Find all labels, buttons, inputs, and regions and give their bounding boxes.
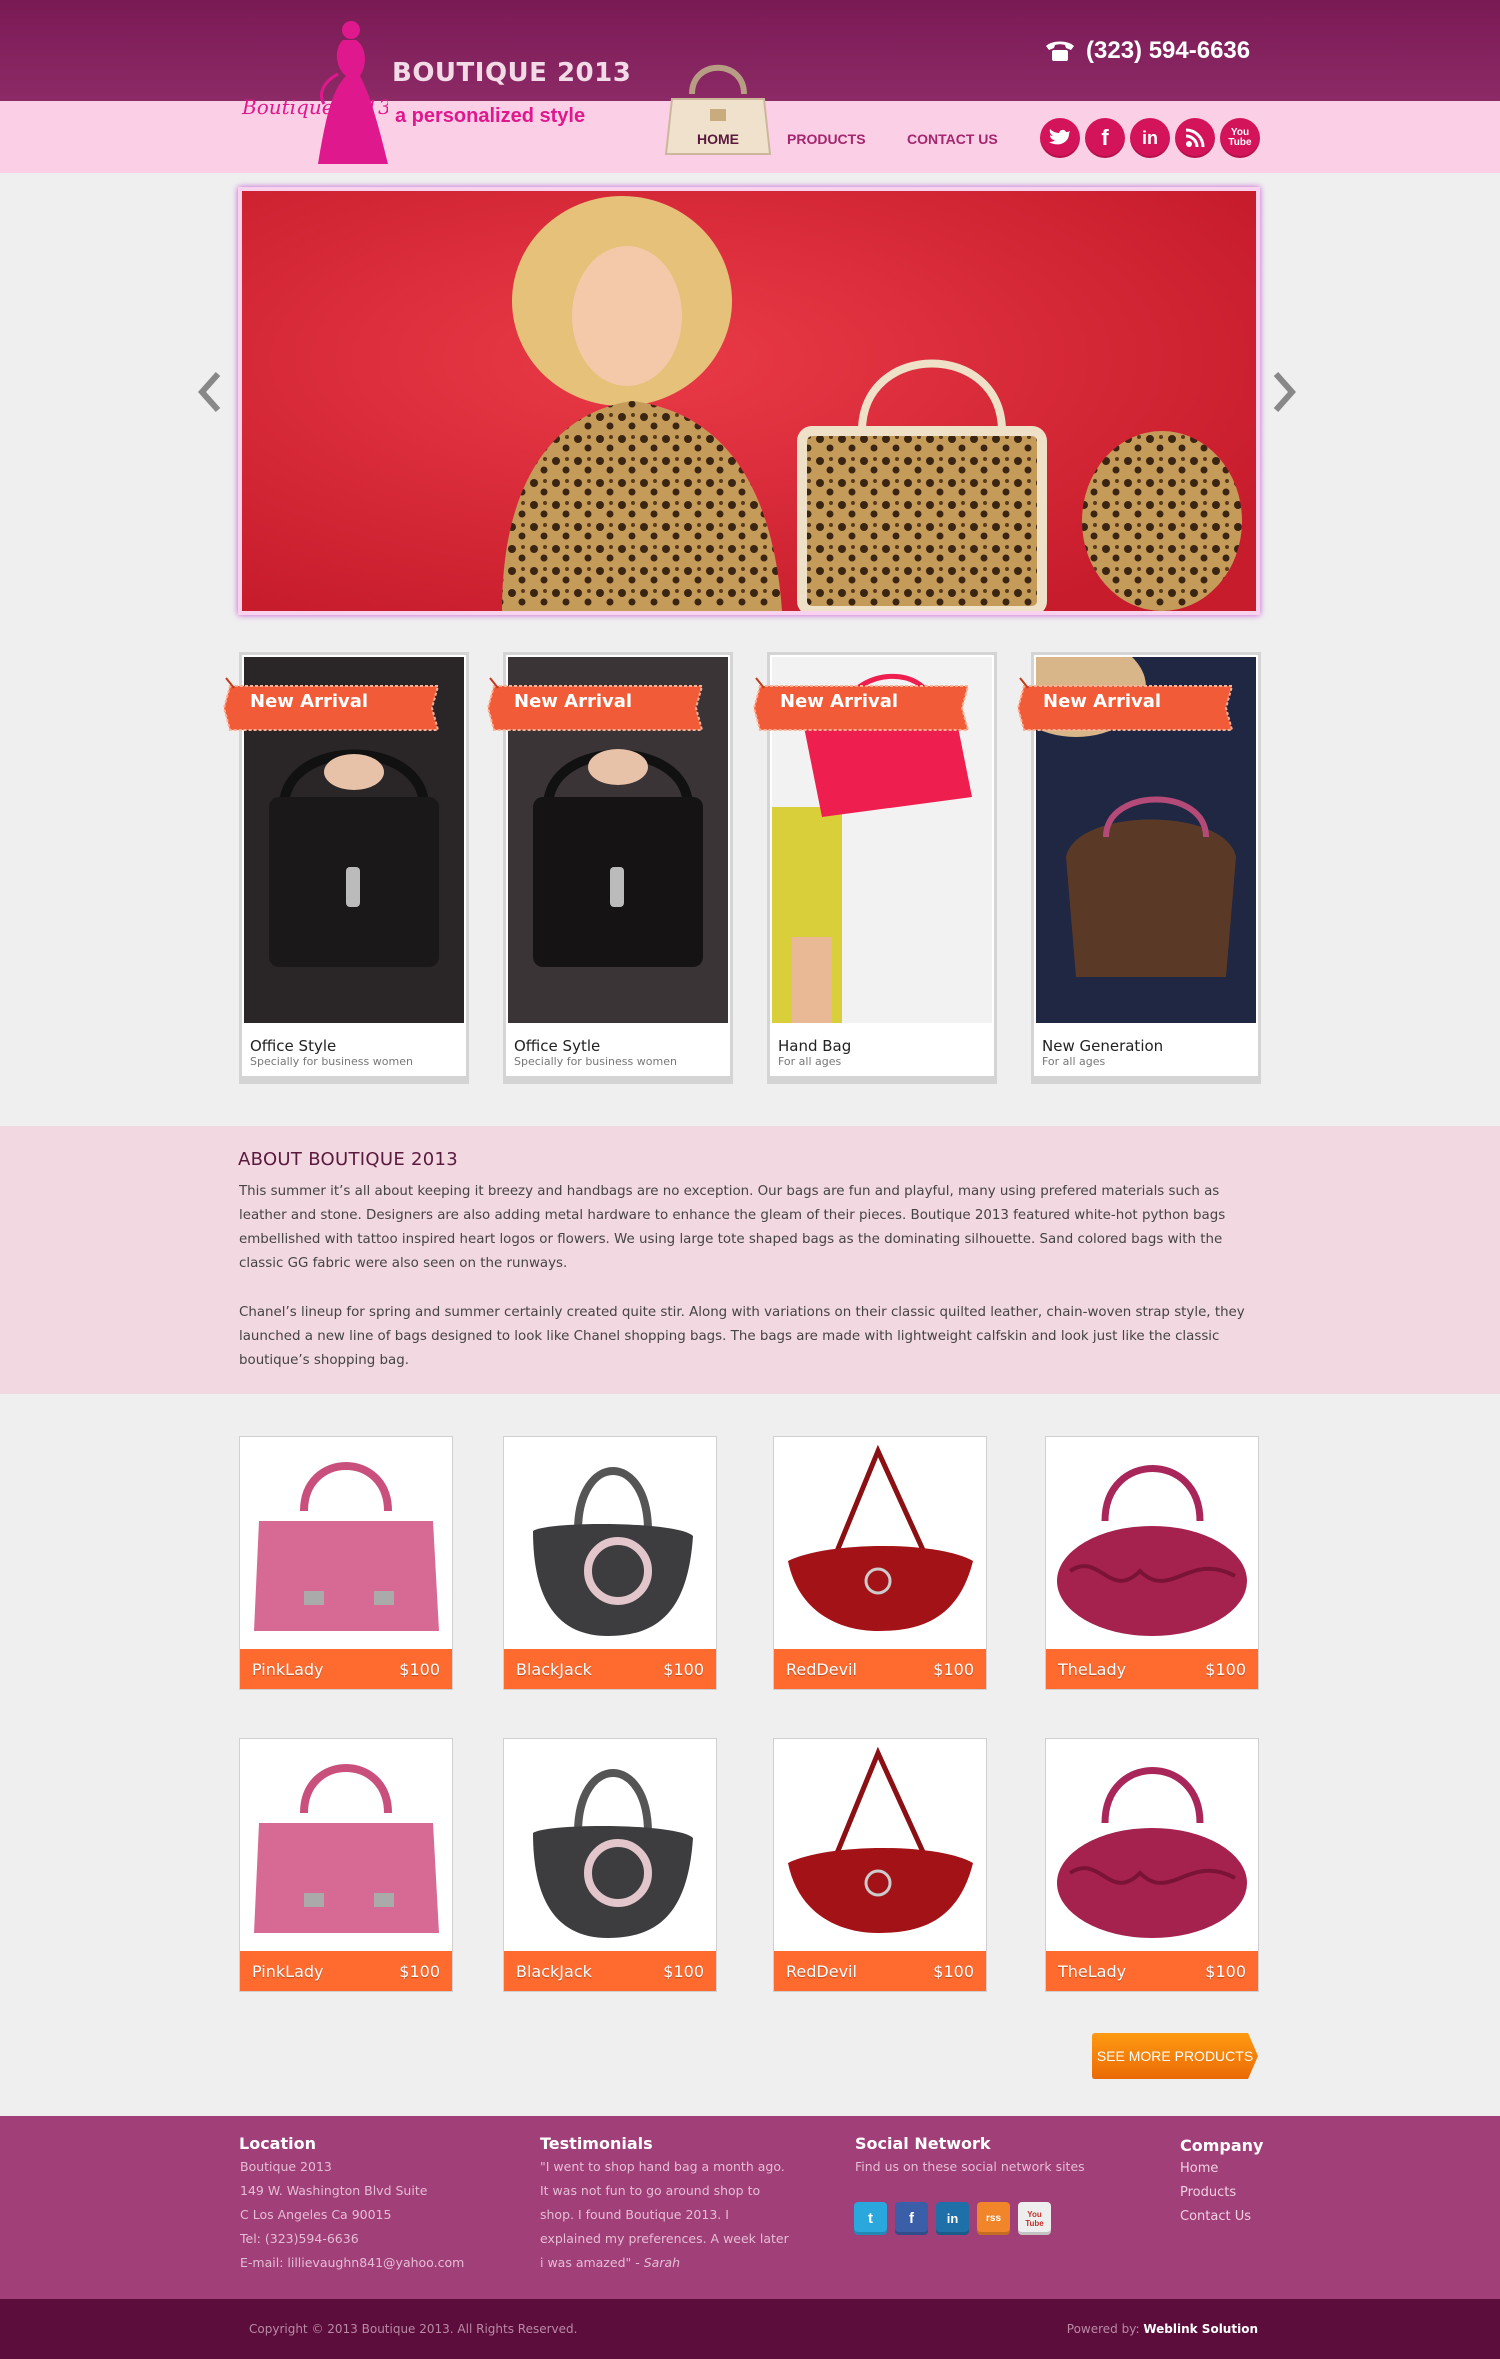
arrival-name: Hand Bag	[778, 1037, 852, 1055]
footer-location-details: Boutique 2013 149 W. Washington Blvd Sui…	[240, 2155, 464, 2275]
red-handbag-image	[788, 1746, 973, 1933]
footer-link-products[interactable]: Products	[1180, 2181, 1251, 2205]
rss-icon[interactable]: rss	[977, 2202, 1010, 2235]
testimonial-author: Sarah	[643, 2255, 681, 2270]
linkedin-icon[interactable]: in	[936, 2202, 969, 2235]
footer-location-title: Location	[239, 2134, 316, 2153]
nav-products[interactable]: PRODUCTS	[787, 131, 866, 147]
product-name: RedDevil	[786, 1961, 857, 1981]
product-card[interactable]: RedDevil $100	[773, 1738, 987, 1992]
footer-testimonial-quote: "I went to shop hand bag a month ago. It…	[540, 2159, 789, 2270]
arrival-subtitle: Specially for business women	[514, 1055, 677, 1068]
twitter-icon[interactable]: t	[854, 2202, 887, 2235]
product-bar: TheLady $100	[1046, 1951, 1258, 1991]
new-arrival-label: New Arrival	[1043, 691, 1162, 712]
footer-link-contact-us[interactable]: Contact Us	[1180, 2205, 1251, 2229]
product-bar: TheLady $100	[1046, 1649, 1258, 1689]
about-paragraph-2: Chanel’s lineup for spring and summer ce…	[239, 1305, 1245, 1368]
black-handbag-image	[533, 1769, 693, 1938]
rss-icon[interactable]	[1175, 118, 1215, 158]
pink-handbag-image	[254, 1764, 439, 1933]
arrival-subtitle: For all ages	[1042, 1055, 1106, 1068]
phone-icon	[1046, 41, 1074, 61]
product-bar: PinkLady $100	[240, 1951, 452, 1991]
youtube-icon[interactable]: You Tube	[1018, 2202, 1051, 2235]
nav-contact-us[interactable]: CONTACT US	[907, 131, 998, 147]
product-price: $100	[1205, 1659, 1246, 1679]
about-paragraph-1: This summer it’s all about keeping it br…	[239, 1184, 1226, 1271]
product-bar: RedDevil $100	[774, 1951, 986, 1991]
product-price: $100	[1205, 1961, 1246, 1981]
product-card[interactable]: TheLady $100	[1045, 1738, 1259, 1992]
footer-company-links: Home Products Contact Us	[1180, 2157, 1251, 2229]
product-card[interactable]: PinkLady $100	[239, 1436, 453, 1690]
ruffled-handbag-image	[1057, 1465, 1247, 1636]
footer-bottom-bar	[0, 2299, 1500, 2359]
header-phone: (323) 594-6636	[1044, 37, 1250, 65]
footer-email[interactable]: E-mail: lillievaughn841@yahoo.com	[240, 2251, 464, 2275]
arrival-name: Office Style	[250, 1037, 337, 1055]
product-name: PinkLady	[252, 1961, 324, 1981]
site-title: BOUTIQUE 2013	[392, 58, 632, 88]
footer-social-text: Find us on these social network sites	[855, 2159, 1085, 2174]
about-title: ABOUT BOUTIQUE 2013	[238, 1149, 459, 1170]
product-card[interactable]: PinkLady $100	[239, 1738, 453, 1992]
new-arrival-label: New Arrival	[780, 691, 899, 712]
copyright-text: Copyright © 2013 Boutique 2013. All Righ…	[249, 2322, 578, 2336]
product-bar: BlackJack $100	[504, 1951, 716, 1991]
product-bar: BlackJack $100	[504, 1649, 716, 1689]
youtube-icon[interactable]: You Tube	[1220, 118, 1260, 158]
product-card[interactable]: BlackJack $100	[503, 1738, 717, 1992]
pink-handbag-image	[254, 1462, 439, 1631]
ruffled-handbag-image	[1057, 1767, 1247, 1938]
product-name: PinkLady	[252, 1659, 324, 1679]
product-name: TheLady	[1058, 1659, 1127, 1679]
linkedin-icon[interactable]: in	[1130, 118, 1170, 158]
arrival-name: New Generation	[1042, 1037, 1164, 1055]
facebook-icon[interactable]: f	[1085, 118, 1125, 158]
footer-link-home[interactable]: Home	[1180, 2157, 1251, 2181]
logo-woman-figure-icon[interactable]: Boutique 2013	[238, 14, 388, 166]
footer-testimonials-title: Testimonials	[540, 2134, 653, 2153]
slider-prev-arrow-icon[interactable]	[198, 372, 224, 412]
product-price: $100	[933, 1961, 974, 1981]
site-tagline: a personalized style	[395, 105, 586, 127]
new-arrival-label: New Arrival	[514, 691, 633, 712]
product-price: $100	[399, 1961, 440, 1981]
product-card[interactable]: TheLady $100	[1045, 1436, 1259, 1690]
product-name: BlackJack	[516, 1961, 592, 1981]
footer-social-title: Social Network	[855, 2134, 991, 2153]
footer-social-icons: t f in rss You Tube	[854, 2202, 1051, 2235]
powered-by: Powered by: Weblink Solution	[1066, 2322, 1258, 2336]
footer-company-title: Company	[1180, 2136, 1264, 2155]
product-name: BlackJack	[516, 1659, 592, 1679]
logo-script-text: Boutique 2013	[241, 95, 388, 119]
slider-next-arrow-icon[interactable]	[1270, 372, 1296, 412]
product-name: TheLady	[1058, 1961, 1127, 1981]
hero-slider-image	[238, 187, 1260, 615]
red-handbag-image	[788, 1444, 973, 1631]
powered-by-link[interactable]: Weblink Solution	[1143, 2322, 1258, 2336]
black-handbag-image	[533, 1467, 693, 1636]
header-social-links: f in You Tube	[1040, 118, 1260, 158]
nav-home[interactable]: HOME	[697, 131, 739, 147]
facebook-icon[interactable]: f	[895, 2202, 928, 2235]
product-price: $100	[399, 1659, 440, 1679]
new-arrival-label: New Arrival	[250, 691, 369, 712]
twitter-icon[interactable]	[1040, 118, 1080, 158]
product-price: $100	[933, 1659, 974, 1679]
arrival-subtitle: For all ages	[778, 1055, 842, 1068]
phone-number[interactable]: (323) 594-6636	[1086, 37, 1250, 65]
product-bar: RedDevil $100	[774, 1649, 986, 1689]
arrival-name: Office Sytle	[514, 1037, 601, 1055]
see-more-products-button[interactable]: SEE MORE PRODUCTS	[1092, 2033, 1258, 2079]
product-price: $100	[663, 1961, 704, 1981]
product-name: RedDevil	[786, 1659, 857, 1679]
product-card[interactable]: RedDevil $100	[773, 1436, 987, 1690]
product-card[interactable]: BlackJack $100	[503, 1436, 717, 1690]
product-bar: PinkLady $100	[240, 1649, 452, 1689]
arrival-subtitle: Specially for business women	[250, 1055, 413, 1068]
product-price: $100	[663, 1659, 704, 1679]
